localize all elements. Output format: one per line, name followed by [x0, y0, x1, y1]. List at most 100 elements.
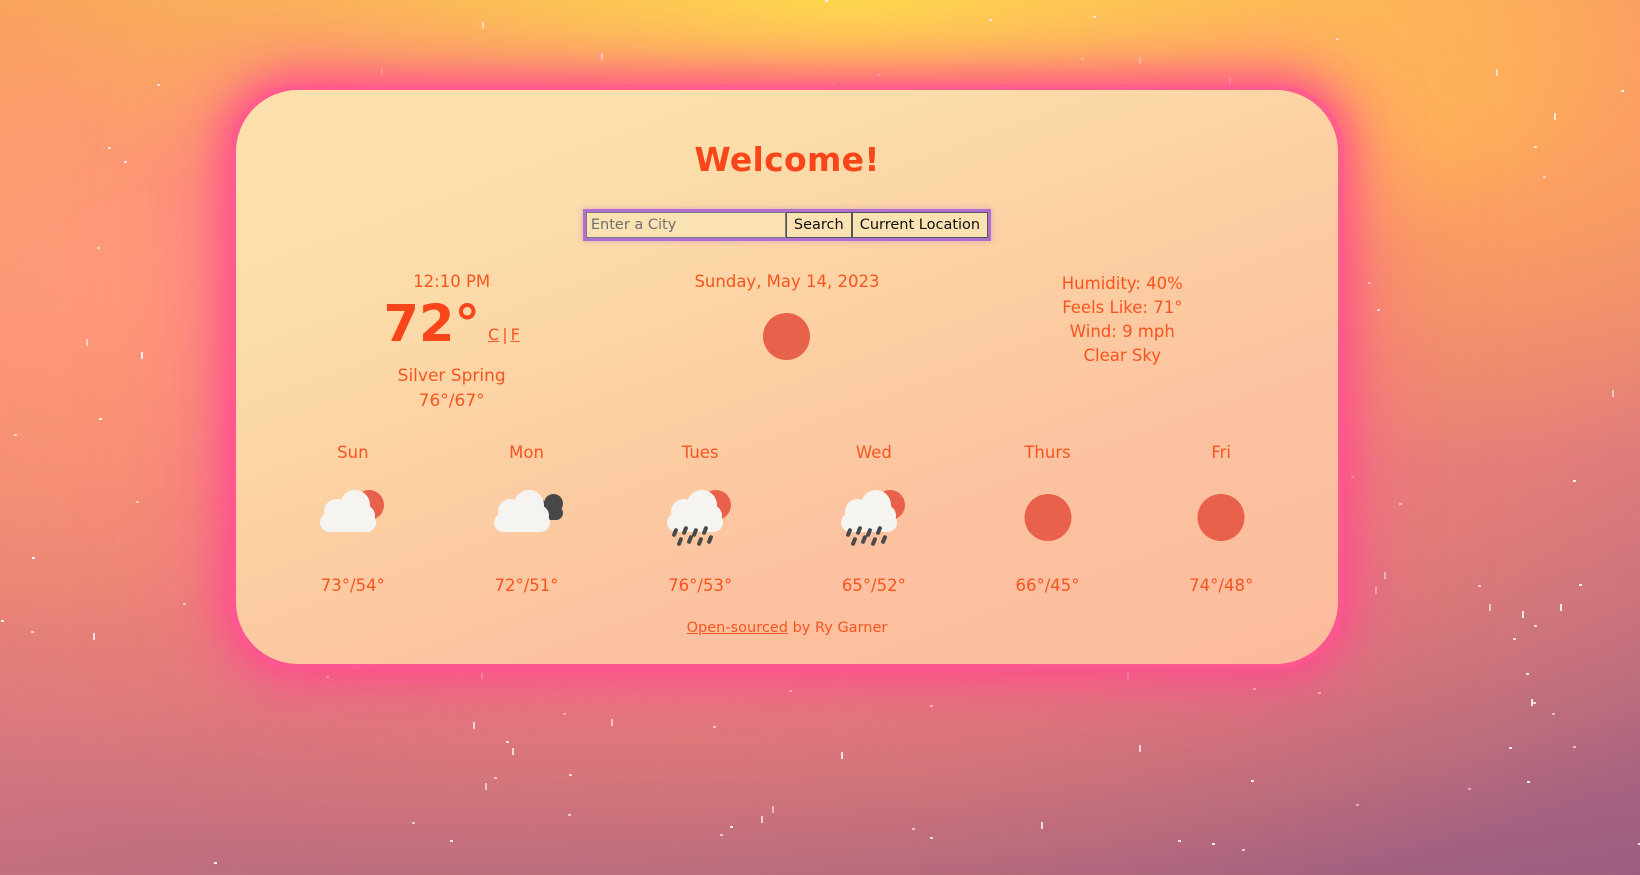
current-temperature: 72° — [383, 295, 481, 354]
forecast-day-icon — [1134, 490, 1308, 550]
star — [1351, 476, 1354, 478]
star — [86, 339, 88, 346]
star — [1127, 672, 1129, 679]
star — [356, 666, 359, 668]
star — [1093, 16, 1096, 18]
forecast-day-temp: 72°/51° — [494, 576, 559, 595]
star — [108, 147, 111, 149]
star — [1139, 745, 1141, 752]
current-date: Sunday, May 14, 2023 — [694, 272, 880, 291]
current-temperature-row: 72° C | F — [284, 299, 619, 350]
star — [930, 837, 933, 839]
weather-description: Clear Sky — [1083, 345, 1162, 365]
star — [1318, 692, 1321, 694]
forecast-day-name: Thurs — [1024, 443, 1071, 462]
weather-card: Welcome! Search Current Location 12:10 P… — [236, 90, 1338, 664]
forecast-day-temp: 76°/53° — [668, 576, 733, 595]
forecast-day-name: Fri — [1211, 443, 1232, 462]
star — [825, 0, 828, 2]
star — [832, 83, 835, 85]
sun-behind-cloud-icon — [318, 490, 388, 544]
cloudy-icon — [492, 490, 563, 544]
footer: Open-sourced by Ry Garner — [236, 620, 1338, 636]
star — [1560, 604, 1562, 611]
star — [1579, 584, 1582, 586]
star — [1496, 69, 1498, 76]
star — [1, 620, 4, 622]
star — [14, 434, 17, 436]
star — [494, 777, 497, 779]
unit-celsius-link[interactable]: C — [488, 325, 499, 344]
star — [569, 774, 572, 776]
star — [157, 84, 160, 86]
forecast-day: Mon 72°/51° — [440, 443, 614, 595]
current-high-low: 76°/67° — [418, 391, 485, 411]
forecast-day-icon — [613, 490, 787, 550]
star — [1399, 503, 1402, 505]
forecast-day-temp: 65°/52° — [841, 576, 906, 595]
star — [32, 557, 35, 559]
search-button[interactable]: Search — [785, 212, 852, 238]
star — [1489, 604, 1491, 611]
star — [611, 719, 613, 726]
forecast-day-temp: 73°/54° — [320, 576, 385, 595]
star — [1336, 38, 1339, 40]
star — [1573, 746, 1576, 748]
current-left-column: 12:10 PM 72° C | F Silver Spring 76°/67° — [284, 272, 619, 411]
search-row: Search Current Location — [236, 209, 1338, 241]
star — [1242, 849, 1245, 851]
star — [1384, 572, 1386, 579]
search-input[interactable] — [585, 212, 786, 238]
forecast-day-name: Wed — [855, 443, 892, 462]
star — [473, 722, 475, 729]
star — [97, 247, 100, 249]
star — [563, 713, 566, 715]
open-sourced-link[interactable]: Open-sourced — [687, 620, 788, 636]
star — [124, 161, 127, 163]
star — [730, 826, 733, 828]
star — [381, 69, 383, 76]
star — [601, 53, 603, 60]
cloud-shape — [493, 490, 550, 532]
star — [31, 631, 34, 633]
sun-icon — [1186, 490, 1256, 544]
star — [1612, 390, 1614, 397]
star — [1526, 673, 1529, 675]
current-location-button[interactable]: Current Location — [851, 212, 989, 238]
star — [1251, 780, 1254, 782]
current-right-column: Humidity: 40% Feels Like: 71° Wind: 9 mp… — [955, 272, 1290, 411]
forecast-day-temp: 66°/45° — [1015, 576, 1080, 595]
unit-toggle: C | F — [488, 325, 520, 344]
forecast-day-icon — [266, 490, 440, 550]
current-time: 12:10 PM — [413, 272, 491, 291]
star — [1552, 713, 1555, 715]
star — [772, 806, 774, 813]
forecast-day-name: Mon — [509, 443, 544, 462]
star — [93, 633, 95, 640]
star — [713, 726, 716, 728]
forecast-day-name: Sun — [337, 443, 369, 462]
star — [568, 814, 571, 816]
page-title: Welcome! — [694, 140, 880, 179]
current-middle-column: Sunday, May 14, 2023 — [619, 272, 954, 411]
star — [1513, 638, 1516, 640]
sun-icon — [1013, 490, 1083, 544]
forecast-day-temp: 74°/48° — [1189, 576, 1254, 595]
star — [1509, 747, 1512, 749]
star — [1533, 702, 1536, 704]
star — [720, 834, 723, 836]
star — [214, 862, 217, 864]
star — [485, 783, 487, 790]
star — [1212, 843, 1215, 845]
star — [1534, 625, 1537, 627]
star — [761, 816, 763, 823]
star — [1543, 176, 1546, 178]
star — [1522, 611, 1524, 618]
star — [1621, 90, 1624, 92]
unit-fahrenheit-link[interactable]: F — [511, 325, 520, 344]
forecast-day: Tues 76°/53° — [613, 443, 787, 595]
cloud-shape — [319, 490, 376, 532]
star — [1527, 781, 1530, 783]
search-bar: Search Current Location — [582, 209, 992, 241]
star — [877, 74, 880, 76]
